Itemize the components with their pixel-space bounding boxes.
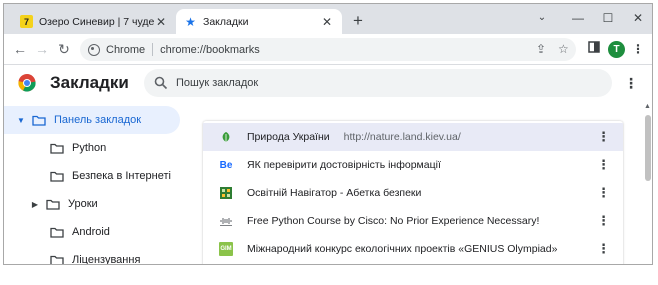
- sidebar-item-licensing[interactable]: Ліцензування: [4, 246, 180, 265]
- tab-title: Закладки: [203, 15, 249, 28]
- new-tab-button[interactable]: +: [348, 11, 368, 31]
- expand-arrow-icon[interactable]: ▼: [16, 116, 26, 125]
- more-actions-icon[interactable]: ⋮: [597, 241, 610, 257]
- bookmark-row[interactable]: GIM Міжнародний конкурс екологічних прое…: [203, 235, 623, 263]
- bookmark-title: Міжнародний конкурс екологічних проектів…: [247, 243, 558, 255]
- more-actions-icon[interactable]: ⋮: [597, 129, 610, 145]
- reload-icon[interactable]: ↻: [54, 39, 74, 59]
- browser-window: 7 Озеро Синевир | 7 чудес Украї... ✕ ★ З…: [3, 3, 653, 265]
- tab-bookmarks[interactable]: ★ Закладки ✕: [176, 9, 342, 34]
- maximize-button[interactable]: ☐: [596, 8, 620, 28]
- scroll-up-icon[interactable]: ▲: [644, 103, 651, 110]
- search-input[interactable]: [176, 77, 576, 89]
- more-actions-icon[interactable]: ⋮: [597, 157, 610, 173]
- star-icon: ★: [185, 14, 196, 29]
- folder-icon: [50, 227, 64, 238]
- scroll-thumb[interactable]: [645, 115, 651, 181]
- address-url: chrome://bookmarks: [160, 43, 260, 56]
- tab-strip: 7 Озеро Синевир | 7 чудес Украї... ✕ ★ З…: [4, 4, 652, 34]
- address-bar[interactable]: Chrome chrome://bookmarks ⇪ ☆: [80, 38, 576, 61]
- folder-icon: [50, 143, 64, 154]
- chevron-down-icon[interactable]: ⌄: [530, 8, 554, 28]
- sidebar-item-label: Безпека в Інтернеті: [72, 170, 171, 182]
- folder-icon: [32, 115, 46, 126]
- bookmark-title: Free Python Course by Cisco: No Prior Ex…: [247, 215, 540, 227]
- genius-icon: GIM: [219, 242, 233, 256]
- sidebar-item-android[interactable]: Android: [4, 218, 180, 246]
- avatar[interactable]: T: [608, 41, 625, 58]
- close-window-button[interactable]: ✕: [626, 8, 650, 28]
- forward-icon[interactable]: →: [32, 39, 52, 59]
- address-chip: Chrome: [106, 43, 146, 56]
- bookmark-row[interactable]: Природа України http://nature.land.kiev.…: [203, 123, 623, 151]
- sidebar-item-lessons[interactable]: ▶ Уроки: [4, 190, 180, 218]
- scrollbar[interactable]: ▲: [642, 101, 652, 264]
- bookmark-list: Природа України http://nature.land.kiev.…: [203, 121, 623, 264]
- bookmark-title: Природа України: [247, 131, 330, 143]
- chrome-site-icon: [88, 43, 100, 56]
- bookmark-row[interactable]: Free Python Course by Cisco: No Prior Ex…: [203, 207, 623, 235]
- tab-sinevyr[interactable]: 7 Озеро Синевир | 7 чудес Украї... ✕: [12, 9, 176, 34]
- bookmark-title: Освітній Навігатор - Абетка безпеки: [247, 187, 422, 199]
- sidebar-item-label: Панель закладок: [54, 114, 142, 126]
- toolbar: ← → ↻ Chrome chrome://bookmarks ⇪ ☆ T ⋮: [4, 34, 652, 65]
- search-box[interactable]: [144, 69, 612, 97]
- chrome-logo-icon: [18, 74, 36, 92]
- folder-icon: [50, 171, 64, 182]
- minimize-button[interactable]: —: [566, 8, 590, 28]
- more-actions-icon[interactable]: ⋮: [597, 185, 610, 201]
- bookmark-row[interactable]: Be ЯК перевірити достовірність інформаці…: [203, 151, 623, 179]
- sidebar-item-internet-safety[interactable]: Безпека в Інтернеті: [4, 162, 180, 190]
- divider: [152, 43, 154, 56]
- page-title: Закладки: [50, 73, 129, 92]
- sidebar-item-bookmarks-bar[interactable]: ▼ Панель закладок: [4, 106, 180, 134]
- navigator-icon: [219, 186, 233, 200]
- bookmark-star-icon[interactable]: ☆: [558, 38, 569, 61]
- bookmark-title: ЯК перевірити достовірність інформації: [247, 159, 441, 171]
- sidebar-item-label: Ліцензування: [72, 254, 141, 265]
- leaf-icon: [219, 130, 233, 144]
- seven-wonders-favicon: 7: [20, 15, 33, 28]
- bookmark-row[interactable]: Освітній Навігатор - Абетка безпеки ⋮: [203, 179, 623, 207]
- search-icon: [154, 76, 168, 90]
- back-icon[interactable]: ←: [10, 39, 30, 59]
- bookmark-url: http://nature.land.kiev.ua/: [343, 131, 461, 143]
- sidebar-item-label: Android: [72, 226, 110, 238]
- close-icon[interactable]: ✕: [154, 15, 168, 29]
- cisco-icon: [219, 214, 233, 228]
- sidebar-item-label: Python: [72, 142, 107, 154]
- sidebar-item-label: Уроки: [68, 198, 98, 210]
- folder-tree: ▼ Панель закладок Python Безпека в Інтер…: [4, 101, 189, 265]
- sidebar-item-python[interactable]: Python: [4, 134, 180, 162]
- organize-menu-icon[interactable]: ⋮: [624, 74, 638, 92]
- share-icon[interactable]: ⇪: [536, 38, 546, 61]
- close-icon[interactable]: ✕: [320, 15, 334, 29]
- menu-kebab-icon[interactable]: ⋮: [628, 39, 648, 59]
- more-actions-icon[interactable]: ⋮: [597, 213, 610, 229]
- folder-icon: [46, 199, 60, 210]
- tab-title: Озеро Синевир | 7 чудес Украї...: [39, 15, 154, 28]
- folder-icon: [50, 255, 64, 264]
- collapse-arrow-icon[interactable]: ▶: [30, 200, 40, 209]
- behance-icon: Be: [219, 159, 233, 171]
- side-panel-icon[interactable]: [584, 39, 604, 59]
- bookmarks-header: Закладки ⋮: [4, 65, 652, 101]
